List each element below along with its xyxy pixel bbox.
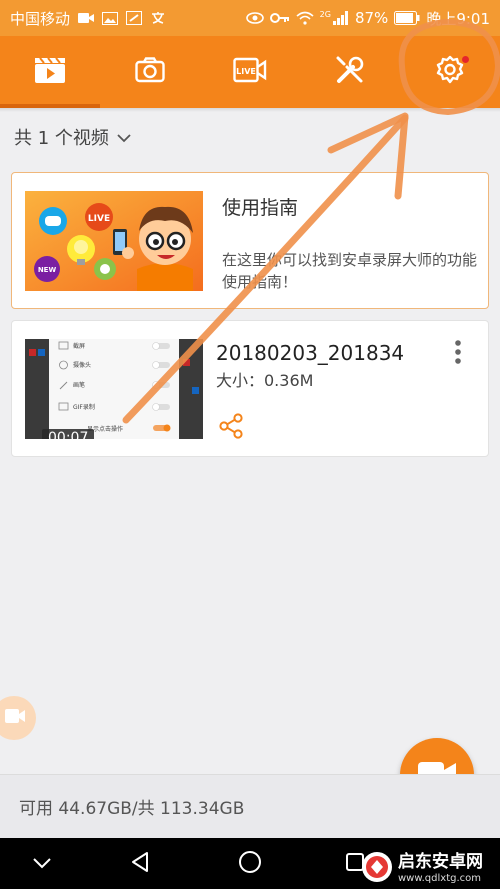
chevron-down-icon xyxy=(117,127,131,148)
tools-icon xyxy=(335,55,365,89)
battery-percent: 87% xyxy=(354,9,389,27)
floating-recorder-bubble[interactable] xyxy=(0,696,36,740)
share-icon[interactable] xyxy=(218,413,244,443)
guide-description: 在这里你可以找到安卓录屏大师的功能使用指南！ xyxy=(222,251,478,291)
home-circle-icon xyxy=(238,850,262,878)
guide-title: 使用指南 xyxy=(222,197,299,219)
guide-card[interactable]: LIVE NEW 使用指南 在这里你可以找到安卓录屏大师的功能使用指南！ xyxy=(11,172,489,309)
more-options-icon[interactable] xyxy=(452,339,464,371)
key-icon xyxy=(269,12,290,24)
video-size: 大小：0.36M xyxy=(216,371,314,390)
carrier-name: 中国移动 xyxy=(10,9,71,28)
link-icon xyxy=(126,11,143,25)
nav-back-button[interactable] xyxy=(118,838,162,889)
eye-icon xyxy=(245,12,264,24)
guide-banner-image: LIVE NEW xyxy=(25,191,203,291)
storage-info: 可用 44.67GB/共 113.34GB xyxy=(0,774,500,838)
tab-settings[interactable] xyxy=(400,36,500,108)
video-record-icon xyxy=(78,12,95,24)
storage-text: 可用 44.67GB/共 113.34GB xyxy=(19,799,245,819)
video-filename: 20180203_201834 xyxy=(216,341,405,365)
tab-tools[interactable] xyxy=(300,36,400,108)
status-bar: 中国移动 2G 87% 晚上9:01 xyxy=(0,0,500,36)
video-duration: 00:07 xyxy=(42,429,95,439)
nav-home-button[interactable] xyxy=(228,838,272,889)
tab-live[interactable]: LIVE xyxy=(200,36,300,108)
video-camera-icon xyxy=(1,707,27,729)
network-type: 2G xyxy=(319,9,331,19)
image-icon xyxy=(102,11,119,25)
gear-icon xyxy=(435,55,465,89)
video-thumbnail[interactable]: 截屏 摄像头 画笔 GIF录制 显示点击操作 00:07 xyxy=(25,339,203,439)
watermark-title: 启东安卓网 xyxy=(398,851,483,872)
watermark-logo-icon xyxy=(360,850,394,888)
watermark-url: www.qdlxtg.com xyxy=(398,872,481,884)
toolbar-shadow xyxy=(0,108,500,112)
live-badge: LIVE xyxy=(88,214,110,224)
video-list-item[interactable]: 截屏 摄像头 画笔 GIF录制 显示点击操作 00:07 20180203_20… xyxy=(11,320,489,457)
new-badge: NEW xyxy=(38,266,57,274)
svg-text:LIVE: LIVE xyxy=(236,67,256,76)
signal-icon xyxy=(332,11,349,25)
translate-icon xyxy=(150,11,166,25)
tab-videos[interactable] xyxy=(0,36,100,108)
video-clip-icon xyxy=(34,56,66,88)
site-watermark: 启东安卓网 www.qdlxtg.com xyxy=(360,848,500,889)
chevron-down-icon xyxy=(32,854,52,873)
camera-icon xyxy=(135,57,165,87)
nav-collapse-button[interactable] xyxy=(20,838,64,889)
thumb-row-screenshot: 截屏 xyxy=(73,342,85,350)
thumb-row-camera: 摄像头 xyxy=(73,361,91,369)
live-camera-icon: LIVE xyxy=(233,57,267,87)
notification-badge xyxy=(462,56,469,63)
main-toolbar: LIVE xyxy=(0,36,500,108)
video-count-dropdown[interactable]: 共 1 个视频 xyxy=(14,124,131,150)
battery-icon xyxy=(394,11,420,25)
wifi-icon xyxy=(296,11,314,25)
video-count-label: 共 1 个视频 xyxy=(14,128,109,149)
back-triangle-icon xyxy=(130,851,150,877)
thumb-row-brush: 画笔 xyxy=(73,381,85,389)
thumb-row-gif: GIF录制 xyxy=(73,403,95,411)
clock: 晚上9:01 xyxy=(426,9,490,28)
tab-screenshot[interactable] xyxy=(100,36,200,108)
